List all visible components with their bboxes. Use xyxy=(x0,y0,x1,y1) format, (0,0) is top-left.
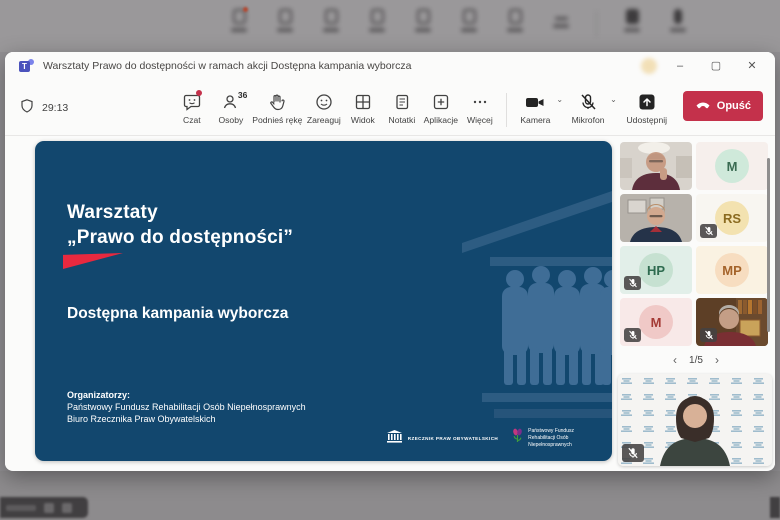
minimize-button[interactable]: – xyxy=(667,56,693,76)
smiley-icon xyxy=(314,92,334,112)
blurred-icon xyxy=(274,9,296,37)
ellipsis-icon xyxy=(470,92,490,112)
pagination-next-icon[interactable]: › xyxy=(713,353,721,367)
maximize-button[interactable]: ▢ xyxy=(703,56,729,76)
rpo-logo: RZECZNIK PRAW OBYWATELSKICH xyxy=(386,429,499,448)
avatar-initials: HP xyxy=(639,253,673,287)
participant-avatar-tile[interactable]: M xyxy=(696,142,768,190)
meeting-stage: Warsztaty „Prawo do dostępności” Dostępn… xyxy=(5,136,775,470)
grid-view-icon xyxy=(353,92,373,112)
avatar-initials: MP xyxy=(715,253,749,287)
pagination-prev-icon[interactable]: ‹ xyxy=(671,353,679,367)
apps-button[interactable]: Aplikacje xyxy=(422,89,459,125)
participant-video-tile[interactable] xyxy=(620,142,692,190)
muted-mic-icon xyxy=(622,444,644,462)
participant-video-tile[interactable] xyxy=(620,194,692,242)
blurred-icon xyxy=(228,9,250,37)
more-button[interactable]: Więcej xyxy=(461,89,498,125)
blurred-icon xyxy=(458,9,480,37)
courthouse-building-icon xyxy=(386,429,403,448)
share-screen-icon xyxy=(637,92,657,112)
camera-button[interactable]: Kamera xyxy=(515,89,555,125)
microphone-options-chevron-icon[interactable]: ⌄ xyxy=(610,95,617,104)
avatar-initials: RS xyxy=(715,201,749,235)
blurred-icon xyxy=(504,9,526,37)
microphone-button[interactable]: Mikrofon xyxy=(567,89,609,125)
tulip-icon xyxy=(512,428,523,449)
camera-options-chevron-icon[interactable]: ⌄ xyxy=(556,95,563,104)
participants-panel: M RS HP MP M ‹ 1/5 › xyxy=(618,142,772,466)
notes-button[interactable]: Notatki xyxy=(383,89,420,125)
blurred-icon xyxy=(366,9,388,37)
spotlight-video-tile[interactable] xyxy=(618,374,772,466)
meeting-toolbar: 29:13 Czat 36 Osoby Podnieś rękę Zareagu… xyxy=(5,80,775,136)
courthouse-people-watermark-graphic xyxy=(332,181,612,431)
desktop-bottom-strip xyxy=(0,471,780,520)
window-titlebar: T Warsztaty Prawo do dostępności w ramac… xyxy=(5,52,775,80)
people-count: 36 xyxy=(237,89,248,100)
participant-avatar-tile[interactable]: M xyxy=(620,298,692,346)
participant-avatar-tile[interactable]: MP xyxy=(696,246,768,294)
background-app-strip xyxy=(0,0,780,52)
people-button[interactable]: 36 Osoby xyxy=(212,89,249,125)
blurred-notification-dot xyxy=(243,7,248,12)
slide-title: Warsztaty „Prawo do dostępności” xyxy=(67,202,294,248)
apps-plus-icon xyxy=(431,92,451,112)
pfron-logo: Państwowy Fundusz Rehabilitacji Osób Nie… xyxy=(512,428,574,449)
blurred-mic-icon xyxy=(667,9,689,37)
participant-video-tile[interactable] xyxy=(696,298,768,346)
raise-hand-button[interactable]: Podnieś rękę xyxy=(251,89,303,125)
camera-icon xyxy=(524,92,546,112)
leave-button[interactable]: Opuść xyxy=(682,90,763,121)
pagination-current: 1/5 xyxy=(689,354,703,366)
blurred-icon xyxy=(550,9,572,37)
profile-avatar[interactable] xyxy=(641,58,657,74)
notebook-icon xyxy=(392,92,412,112)
participants-pagination: ‹ 1/5 › xyxy=(620,346,772,374)
window-title: Warsztaty Prawo do dostępności w ramach … xyxy=(43,60,412,72)
panel-scrollbar[interactable] xyxy=(767,158,770,332)
muted-mic-icon xyxy=(624,276,641,290)
meeting-timer: 29:13 xyxy=(42,101,69,114)
avatar-initials: M xyxy=(715,149,749,183)
teams-meeting-window: T Warsztaty Prawo do dostępności w ramac… xyxy=(5,52,775,471)
view-button[interactable]: Widok xyxy=(344,89,381,125)
hangup-phone-icon xyxy=(695,99,711,112)
react-button[interactable]: Zareaguj xyxy=(305,89,342,125)
pfron-logo-text: Państwowy Fundusz Rehabilitacji Osób Nie… xyxy=(528,428,574,448)
muted-mic-icon xyxy=(624,328,641,342)
blurred-divider xyxy=(596,11,597,37)
share-button[interactable]: Udostępnij xyxy=(621,89,673,125)
blurred-camera-icon xyxy=(621,9,643,37)
slide-subtitle: Dostępna kampania wyborcza xyxy=(67,305,289,322)
close-button[interactable]: ✕ xyxy=(739,56,765,76)
blurred-icon xyxy=(320,9,342,37)
muted-mic-icon xyxy=(700,328,717,342)
slide-organizers: Organizatorzy: Państwowy Fundusz Rehabil… xyxy=(67,390,306,425)
blurred-icon xyxy=(412,9,434,37)
muted-mic-icon xyxy=(700,224,717,238)
chat-notification-dot xyxy=(196,89,203,96)
teams-logo-icon: T xyxy=(19,58,34,74)
screen-share-control-bar-blurred[interactable] xyxy=(0,497,88,518)
avatar-initials: M xyxy=(639,305,673,339)
background-toolbar-blurred xyxy=(228,9,689,37)
participant-avatar-tile[interactable]: RS xyxy=(696,194,768,242)
microphone-muted-icon xyxy=(578,92,598,112)
red-flag-accent xyxy=(63,253,123,269)
shield-icon xyxy=(19,98,35,117)
chat-button[interactable]: Czat xyxy=(173,89,210,125)
toolbar-divider xyxy=(506,92,508,127)
raise-hand-icon xyxy=(267,92,287,112)
participant-avatar-tile[interactable]: HP xyxy=(620,246,692,294)
blurred-corner-element xyxy=(770,497,780,518)
rpo-logo-text: RZECZNIK PRAW OBYWATELSKICH xyxy=(407,436,499,441)
shared-presentation-slide: Warsztaty „Prawo do dostępności” Dostępn… xyxy=(35,141,612,461)
desktop: T Warsztaty Prawo do dostępności w ramac… xyxy=(0,0,780,520)
